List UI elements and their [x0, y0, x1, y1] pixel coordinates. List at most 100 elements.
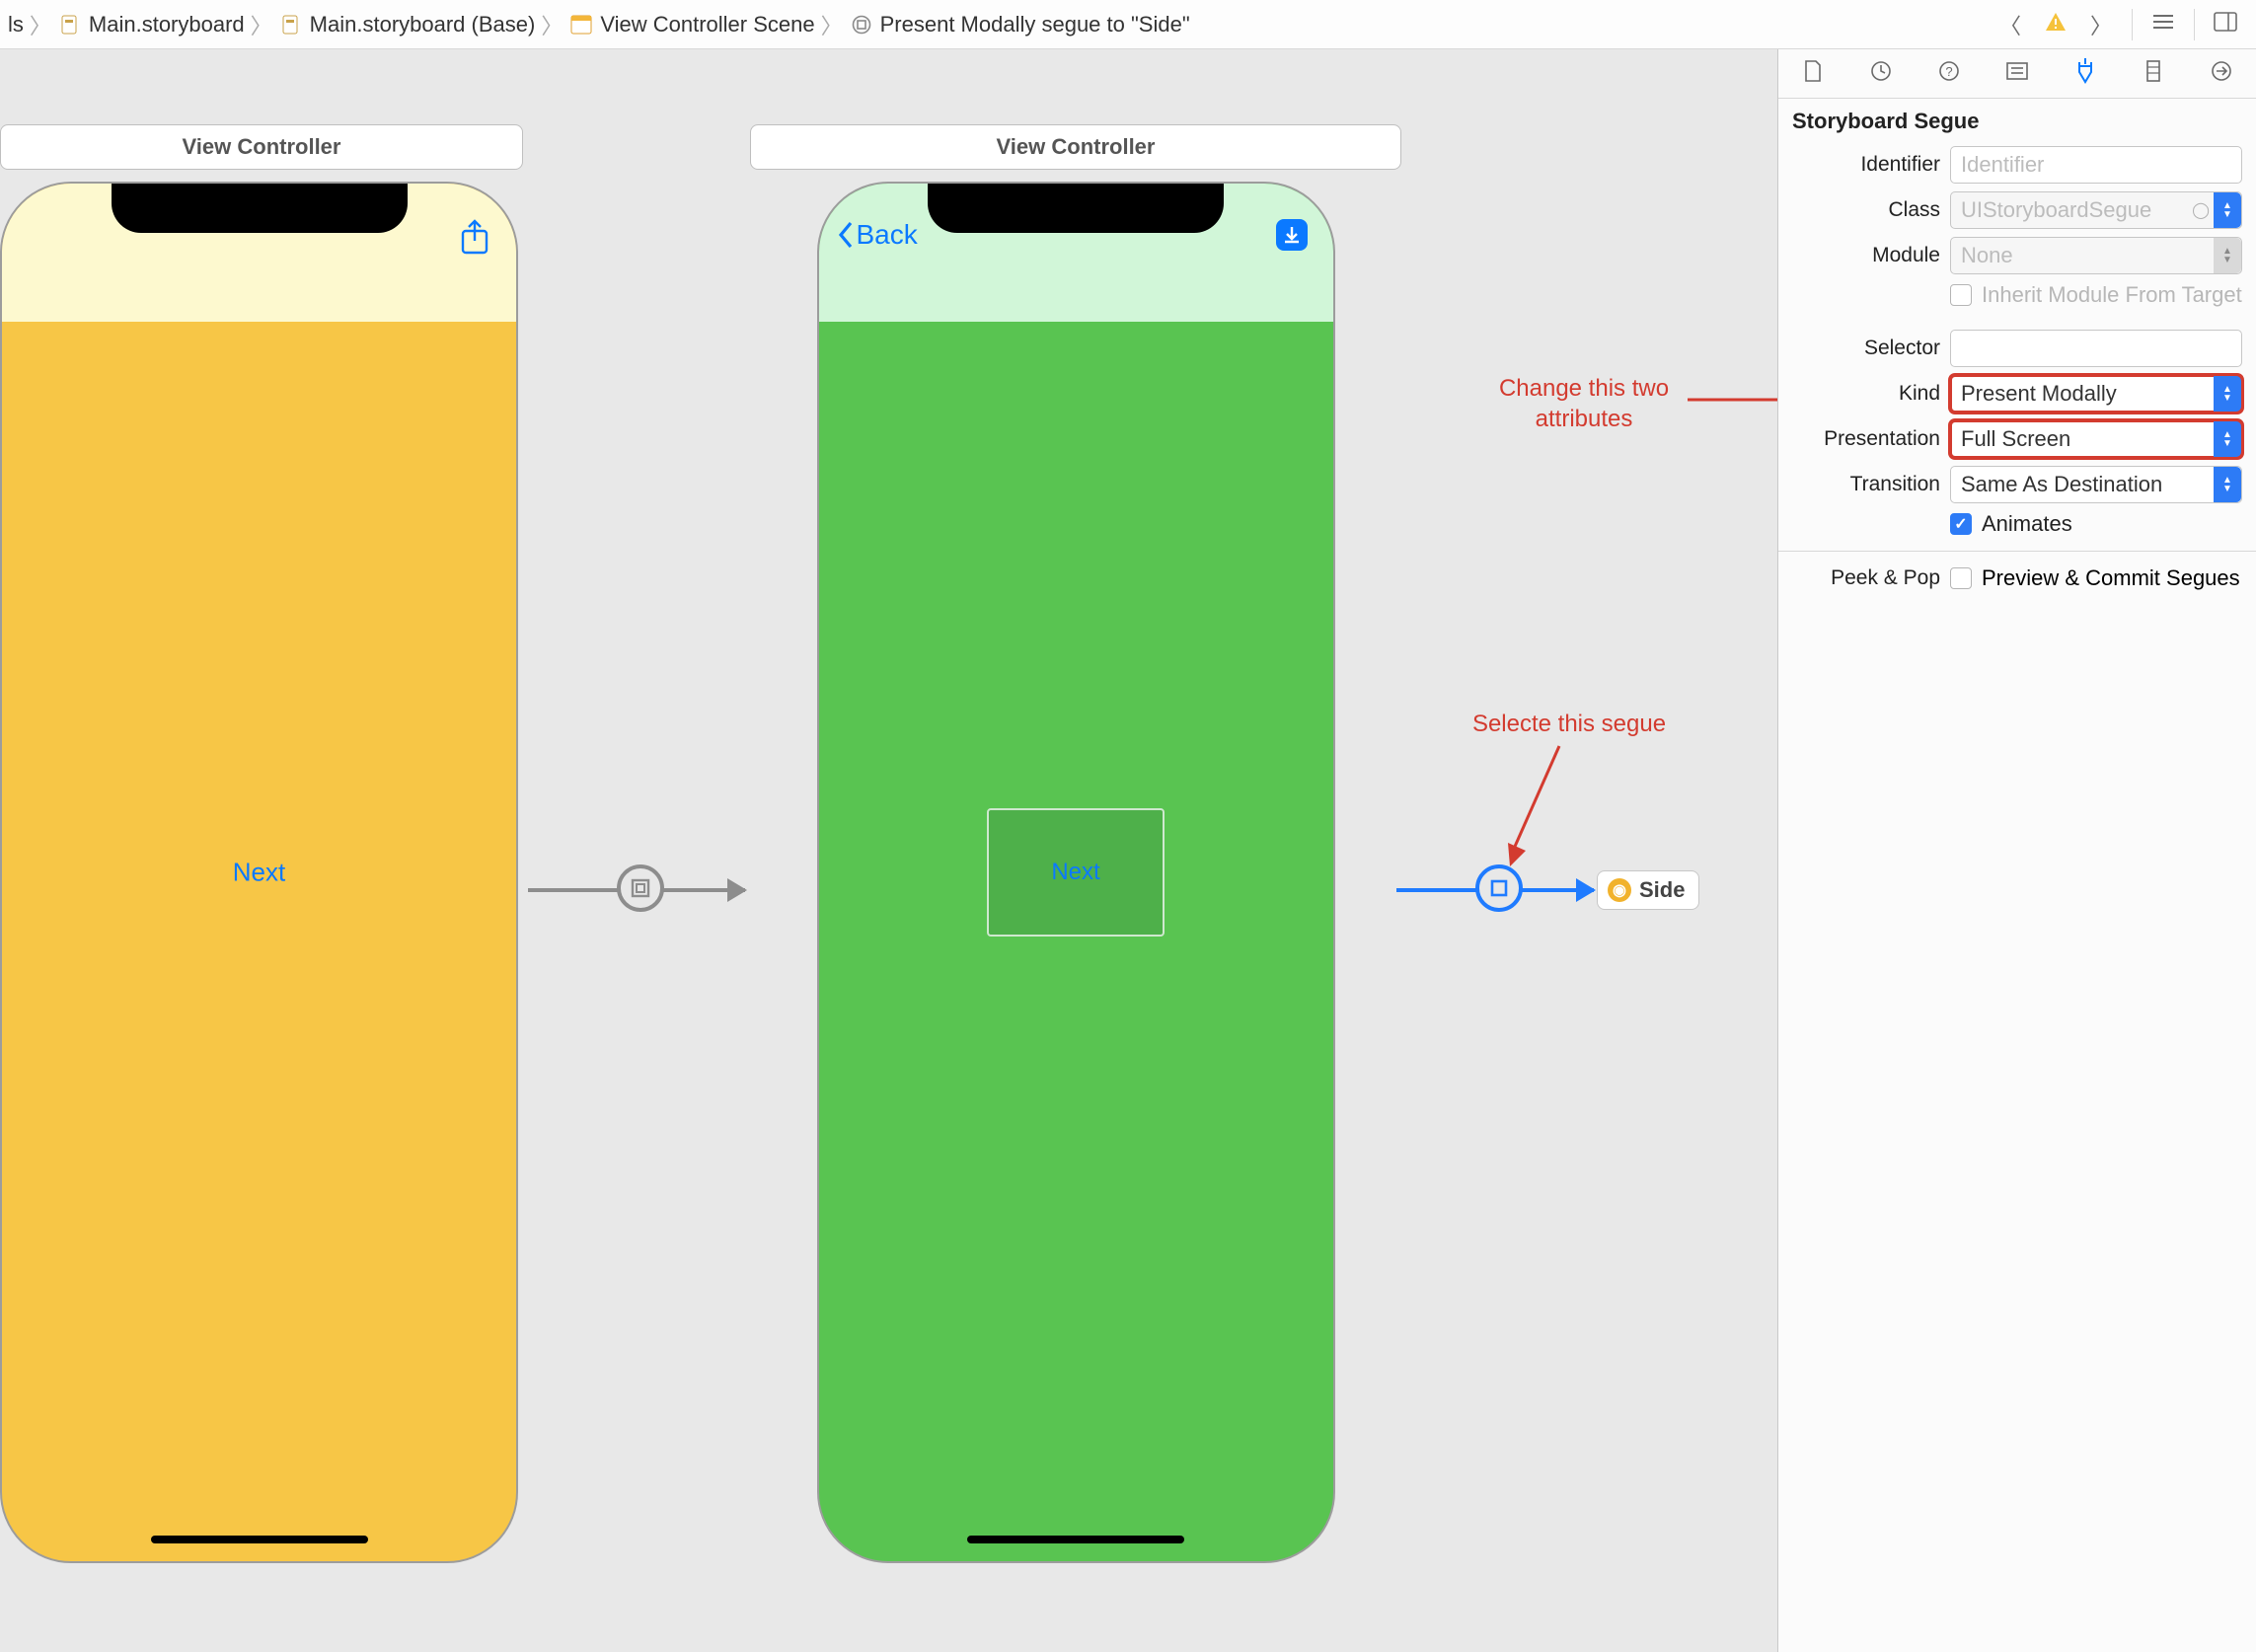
history-inspector-tab-icon[interactable] [1861, 59, 1901, 89]
next-button[interactable]: Next [233, 858, 285, 888]
field-value: Same As Destination [1961, 472, 2162, 497]
field-value: UIStoryboardSegue [1961, 197, 2151, 223]
checkbox-label: Inherit Module From Target [1982, 282, 2242, 308]
scene-title-bar[interactable]: View Controller [750, 124, 1401, 170]
home-indicator [151, 1536, 368, 1543]
view-controller-scene-1[interactable]: View Controller Next [0, 124, 523, 1563]
breadcrumb-label: Present Modally segue to "Side" [880, 12, 1190, 38]
connections-inspector-tab-icon[interactable] [2202, 59, 2241, 89]
back-label: Back [857, 219, 918, 251]
storyboard-reference-icon: ◉ [1608, 878, 1631, 902]
clear-icon[interactable]: ◯ [2192, 200, 2210, 220]
dropdown-arrow-icon[interactable]: ▲▼ [2214, 467, 2241, 502]
placeholder-text: Identifier [1961, 152, 2044, 178]
scene-icon [568, 14, 594, 36]
toolbar-right: 〈 〉 [1995, 9, 2256, 40]
field-label: Peek & Pop [1792, 566, 1940, 590]
annotation-arrow-icon [1500, 740, 1579, 868]
device-frame: Next [0, 182, 518, 1563]
scene-title-label: View Controller [997, 134, 1156, 160]
field-label: Presentation [1792, 427, 1940, 451]
breadcrumb-item[interactable]: Main.storyboard [57, 12, 245, 38]
chevron-right-icon: 〉 [30, 9, 51, 40]
editor-path-bar: ls 〉 Main.storyboard 〉 Main.storyboard (… [0, 0, 2256, 49]
view-controller-scene-2[interactable]: View Controller Back N [750, 124, 1401, 1563]
help-inspector-tab-icon[interactable]: ? [1929, 59, 1969, 89]
field-label: Module [1792, 244, 1940, 267]
identifier-field[interactable]: Identifier [1950, 146, 2242, 184]
file-inspector-tab-icon[interactable] [1793, 59, 1833, 89]
storyboard-base-icon [278, 14, 304, 36]
annotation-arrow-icon [1688, 380, 1777, 419]
device-notch [928, 184, 1224, 233]
nav-forward-icon[interactable]: 〉 [2086, 9, 2116, 40]
breadcrumb-label: ls [8, 12, 24, 38]
chevron-right-icon: 〉 [541, 9, 563, 40]
segue-node-icon[interactable] [617, 864, 664, 912]
chevron-right-icon: 〉 [821, 9, 843, 40]
attributes-inspector-tab-icon[interactable] [2066, 58, 2105, 90]
class-field[interactable]: UIStoryboardSegue ◯ ▲▼ [1950, 191, 2242, 229]
field-label: Selector [1792, 337, 1940, 360]
breadcrumb-label: View Controller Scene [600, 12, 814, 38]
inherit-module-checkbox[interactable] [1950, 284, 1972, 306]
chevron-right-icon: 〉 [251, 9, 272, 40]
share-icon[interactable] [459, 219, 490, 262]
field-label: Kind [1792, 382, 1940, 406]
storyboard-file-icon [57, 14, 83, 36]
breadcrumb: ls 〉 Main.storyboard 〉 Main.storyboard (… [0, 9, 1995, 40]
presentation-select[interactable]: Full Screen ▲▼ [1950, 420, 2242, 458]
device-frame: Back Next [817, 182, 1335, 1563]
segue-icon [849, 14, 874, 36]
checkbox-label: Animates [1982, 511, 2072, 537]
warning-icon[interactable] [2041, 11, 2070, 38]
home-indicator [967, 1536, 1184, 1543]
breadcrumb-label: Main.storyboard (Base) [310, 12, 536, 38]
checkbox-label: Preview & Commit Segues [1982, 565, 2240, 591]
annotation-text: Selecte this segue [1451, 709, 1688, 739]
scene-title-bar[interactable]: View Controller [0, 124, 523, 170]
identity-inspector-tab-icon[interactable] [1997, 61, 2037, 87]
inspector-tabs: ? [1778, 49, 2256, 99]
next-button-label: Next [1051, 859, 1099, 886]
nav-back-icon[interactable]: 〈 [1995, 9, 2025, 40]
dropdown-arrow-icon[interactable]: ▲▼ [2214, 238, 2241, 273]
storyboard-reference-label: Side [1639, 877, 1685, 903]
breadcrumb-label: Main.storyboard [89, 12, 245, 38]
animates-checkbox[interactable] [1950, 513, 1972, 535]
outline-icon[interactable] [2148, 12, 2178, 38]
selector-field[interactable] [1950, 330, 2242, 367]
annotation-text: Change this two attributes [1475, 373, 1692, 434]
inspector-panel: ? Storyboard Segue Identifier Identifier… [1777, 49, 2256, 1652]
kind-select[interactable]: Present Modally ▲▼ [1950, 375, 2242, 413]
storyboard-reference[interactable]: ◉ Side [1597, 870, 1699, 910]
breadcrumb-item[interactable]: Main.storyboard (Base) [278, 12, 536, 38]
back-button[interactable]: Back [837, 219, 918, 251]
size-inspector-tab-icon[interactable] [2134, 59, 2173, 89]
dropdown-arrow-icon[interactable]: ▲▼ [2214, 421, 2241, 457]
svg-text:?: ? [1945, 64, 1952, 79]
field-value: Full Screen [1961, 426, 2070, 452]
field-value: None [1961, 243, 2013, 268]
separator [2194, 9, 2195, 40]
segue-node-selected-icon[interactable] [1475, 864, 1523, 912]
section-header: Storyboard Segue [1778, 99, 2256, 142]
dropdown-arrow-icon[interactable]: ▲▼ [2214, 192, 2241, 228]
separator [2132, 9, 2133, 40]
preview-commit-checkbox[interactable] [1950, 567, 1972, 589]
field-value: Present Modally [1961, 381, 2117, 407]
field-label: Class [1792, 198, 1940, 222]
breadcrumb-item[interactable]: ls [8, 12, 24, 38]
module-field[interactable]: None ▲▼ [1950, 237, 2242, 274]
storyboard-canvas[interactable]: View Controller Next [0, 49, 1777, 1652]
separator [1778, 551, 2256, 552]
download-icon[interactable] [1276, 219, 1308, 251]
container-view[interactable]: Next [987, 808, 1165, 937]
breadcrumb-item[interactable]: View Controller Scene [568, 12, 814, 38]
transition-select[interactable]: Same As Destination ▲▼ [1950, 466, 2242, 503]
adjust-editor-icon[interactable] [2211, 12, 2240, 38]
breadcrumb-item[interactable]: Present Modally segue to "Side" [849, 12, 1190, 38]
scene-title-label: View Controller [183, 134, 341, 160]
field-label: Transition [1792, 473, 1940, 496]
dropdown-arrow-icon[interactable]: ▲▼ [2214, 376, 2241, 412]
